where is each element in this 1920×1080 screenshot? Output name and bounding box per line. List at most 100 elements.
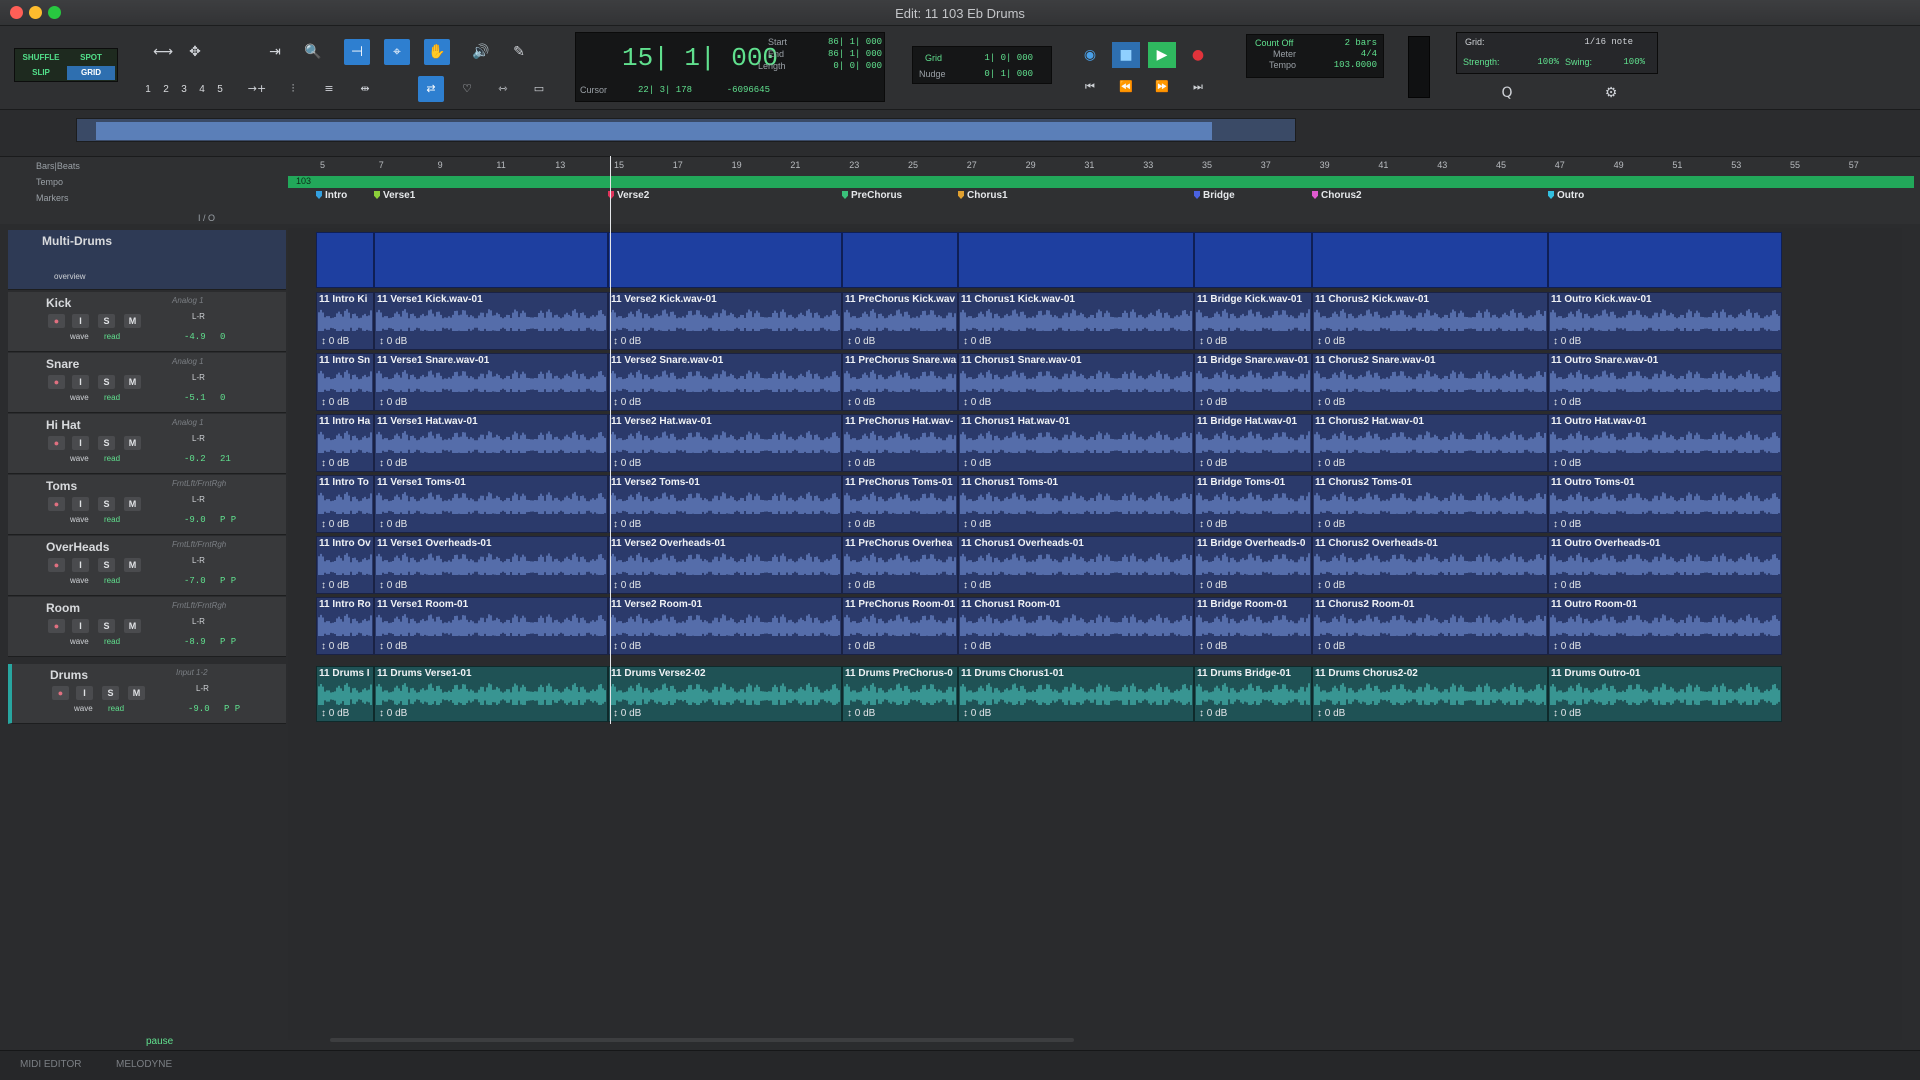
track-view-selector[interactable]: wave — [74, 704, 93, 713]
automation-mode-selector[interactable]: read — [104, 637, 120, 646]
mute-button[interactable]: M — [124, 497, 141, 511]
automation-mode-selector[interactable]: read — [104, 515, 120, 524]
track-output-selector[interactable]: L-R — [192, 373, 205, 382]
quantize-icon[interactable]: Q — [1494, 80, 1520, 106]
audio-clip[interactable]: 11 Intro Ro ↕ 0 dB — [316, 597, 374, 655]
folder-clip-outro[interactable] — [1548, 232, 1782, 288]
audio-clip[interactable]: 11 Chorus1 Kick.wav-01 ↕ 0 dB — [958, 292, 1194, 350]
solo-button[interactable]: S — [98, 375, 115, 389]
folder-clip-chorus2[interactable] — [1312, 232, 1548, 288]
zoom-preset-5[interactable]: 5 — [212, 82, 228, 98]
input-monitor-button[interactable]: I — [72, 558, 89, 572]
clip-gain-label[interactable]: ↕ 0 dB — [1199, 708, 1227, 719]
marker-verse1[interactable]: Verse1 — [374, 190, 415, 201]
audio-clip[interactable]: 11 Drums Chorus1-01 ↕ 0 dB — [958, 666, 1194, 722]
automation-mode-selector[interactable]: read — [104, 393, 120, 402]
folder-clip-verse1[interactable] — [374, 232, 608, 288]
clip-gain-label[interactable]: ↕ 0 dB — [1317, 580, 1345, 591]
loop-playback-icon[interactable]: ◉ — [1076, 42, 1104, 68]
audio-clip[interactable]: 11 Intro Ha ↕ 0 dB — [316, 414, 374, 472]
grid-setting-value[interactable]: 1/16 note — [1573, 37, 1633, 47]
track-volume-value[interactable]: -9.0 — [188, 704, 210, 714]
track-header-kick[interactable]: Kick ● I S M Analog 1 L-R wave read -4.9 0 — [8, 292, 286, 352]
clip-gain-label[interactable]: ↕ 0 dB — [1199, 458, 1227, 469]
audio-clip[interactable]: 11 Bridge Overheads-0 ↕ 0 dB — [1194, 536, 1312, 594]
clip-gain-label[interactable]: ↕ 0 dB — [1553, 519, 1581, 530]
clip-gain-label[interactable]: ↕ 0 dB — [379, 336, 407, 347]
track-view-selector[interactable]: wave — [70, 393, 89, 402]
go-to-end-button[interactable]: ⏭ — [1184, 74, 1212, 100]
tempo-ruler-lane[interactable]: 103 — [288, 176, 1914, 188]
track-volume-value[interactable]: -7.0 — [184, 576, 206, 586]
audio-clip[interactable]: 11 Drums I ↕ 0 dB — [316, 666, 374, 722]
record-arm-button[interactable]: ● — [48, 375, 65, 389]
clip-gain-label[interactable]: ↕ 0 dB — [847, 336, 875, 347]
track-volume-value[interactable]: -4.9 — [184, 332, 206, 342]
clip-gain-label[interactable]: ↕ 0 dB — [379, 708, 407, 719]
tab-to-transient-icon[interactable]: →+ — [244, 76, 270, 102]
track-pan-value[interactable]: P P — [224, 704, 240, 714]
input-monitor-button[interactable]: I — [72, 497, 89, 511]
record-button[interactable]: ● — [1184, 42, 1212, 68]
track-output-selector[interactable]: L-R — [192, 434, 205, 443]
audio-clip[interactable]: 11 Chorus1 Overheads-01 ↕ 0 dB — [958, 536, 1194, 594]
clip-gain-label[interactable]: ↕ 0 dB — [613, 641, 641, 652]
clip-gain-label[interactable]: ↕ 0 dB — [379, 580, 407, 591]
clip-gain-label[interactable]: ↕ 0 dB — [321, 397, 349, 408]
clip-gain-label[interactable]: ↕ 0 dB — [1553, 708, 1581, 719]
solo-button[interactable]: S — [98, 436, 115, 450]
clip-gain-label[interactable]: ↕ 0 dB — [321, 641, 349, 652]
track-name[interactable]: Kick — [46, 296, 71, 310]
track-pan-value[interactable]: 21 — [220, 454, 231, 464]
folder-clip-prechorus[interactable] — [842, 232, 958, 288]
solo-button[interactable]: S — [98, 314, 115, 328]
record-arm-button[interactable]: ● — [48, 558, 65, 572]
zoomer-tool-icon[interactable]: 🔍 — [300, 39, 326, 65]
zoom-horizontal-icon[interactable]: ⟷ — [150, 39, 176, 65]
clip-gain-label[interactable]: ↕ 0 dB — [1553, 397, 1581, 408]
strength-value[interactable]: 100% — [1533, 57, 1559, 67]
clip-gain-label[interactable]: ↕ 0 dB — [1317, 336, 1345, 347]
track-header-room[interactable]: Room ● I S M FrntLft/FrntRgh L-R wave read -8.9 P … — [8, 597, 286, 657]
input-monitor-button[interactable]: I — [72, 436, 89, 450]
clip-gain-label[interactable]: ↕ 0 dB — [613, 580, 641, 591]
audio-clip[interactable]: 11 Chorus2 Snare.wav-01 ↕ 0 dB — [1312, 353, 1548, 411]
clip-gain-label[interactable]: ↕ 0 dB — [379, 641, 407, 652]
swing-value[interactable]: 100% — [1605, 57, 1645, 67]
track-pan-value[interactable]: 0 — [220, 332, 225, 342]
mute-button[interactable]: M — [124, 314, 141, 328]
track-name[interactable]: Room — [46, 601, 80, 615]
track-input-selector[interactable]: Analog 1 — [172, 357, 204, 366]
audio-clip[interactable]: 11 Verse2 Kick.wav-01 ↕ 0 dB — [608, 292, 842, 350]
audio-clip[interactable]: 11 Chorus2 Kick.wav-01 ↕ 0 dB — [1312, 292, 1548, 350]
clip-gain-label[interactable]: ↕ 0 dB — [1199, 336, 1227, 347]
screen-icon[interactable]: ▭ — [526, 76, 552, 102]
clip-gain-label[interactable]: ↕ 0 dB — [1199, 397, 1227, 408]
scrubber-tool-icon[interactable]: 🔊 — [468, 39, 494, 65]
audio-clip[interactable]: 11 Bridge Hat.wav-01 ↕ 0 dB — [1194, 414, 1312, 472]
link-track-icon[interactable]: ≡ — [316, 76, 342, 102]
track-name[interactable]: Hi Hat — [46, 418, 81, 432]
audio-clip[interactable]: 11 Outro Toms-01 ↕ 0 dB — [1548, 475, 1782, 533]
audio-clip[interactable]: 11 Outro Kick.wav-01 ↕ 0 dB — [1548, 292, 1782, 350]
audio-clip[interactable]: 11 PreChorus Snare.wa ↕ 0 dB — [842, 353, 958, 411]
mute-button[interactable]: M — [128, 686, 145, 700]
track-name[interactable]: OverHeads — [46, 540, 109, 554]
nudge-value[interactable]: 0| 1| 000 — [963, 69, 1033, 79]
zoom-preset-1[interactable]: 1 — [140, 82, 156, 98]
track-input-selector[interactable]: Analog 1 — [172, 296, 204, 305]
clip-gain-label[interactable]: ↕ 0 dB — [963, 708, 991, 719]
track-pan-value[interactable]: P P — [220, 576, 236, 586]
clip-gain-label[interactable]: ↕ 0 dB — [1553, 458, 1581, 469]
track-output-selector[interactable]: L-R — [192, 495, 205, 504]
audio-clip[interactable]: 11 Verse1 Kick.wav-01 ↕ 0 dB — [374, 292, 608, 350]
clip-gain-label[interactable]: ↕ 0 dB — [321, 519, 349, 530]
pencil-tool-icon[interactable]: ✎ — [506, 39, 532, 65]
track-input-selector[interactable]: FrntLft/FrntRgh — [172, 540, 226, 549]
audio-clip[interactable]: 11 Intro To ↕ 0 dB — [316, 475, 374, 533]
track-input-selector[interactable]: FrntLft/FrntRgh — [172, 601, 226, 610]
clip-gain-label[interactable]: ↕ 0 dB — [321, 458, 349, 469]
audio-clip[interactable]: 11 Verse2 Room-01 ↕ 0 dB — [608, 597, 842, 655]
audio-clip[interactable]: 11 PreChorus Toms-01 ↕ 0 dB — [842, 475, 958, 533]
track-header-snare[interactable]: Snare ● I S M Analog 1 L-R wave read -5.1 0 — [8, 353, 286, 413]
